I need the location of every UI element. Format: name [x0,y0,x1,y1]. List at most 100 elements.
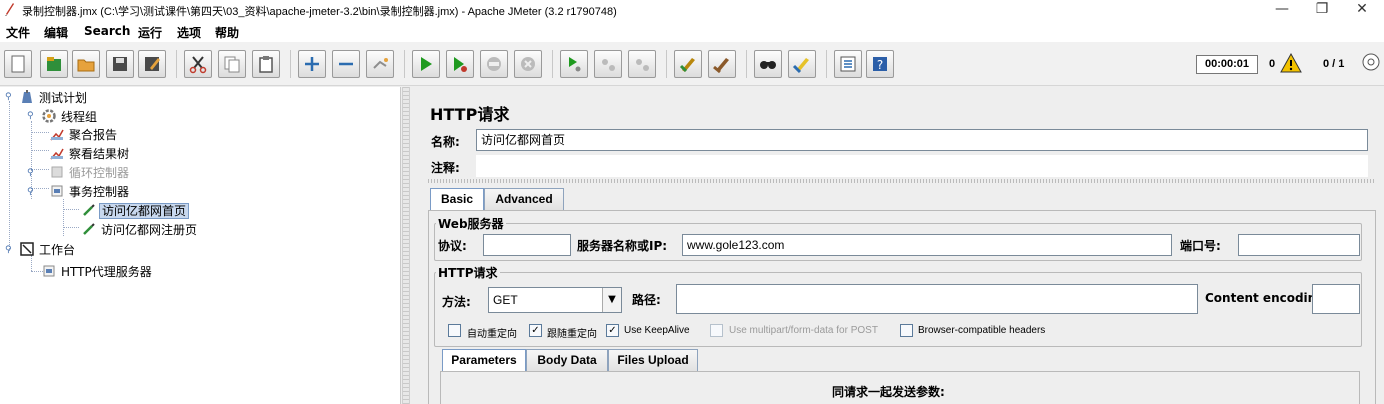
toolbar-separator [826,50,827,78]
browser-headers-checkbox[interactable] [900,324,913,337]
expand-toggle[interactable]: ⚲ [27,169,35,178]
help-button[interactable]: ? [866,50,894,78]
copy-button[interactable] [218,50,246,78]
reset-search-button[interactable] [788,50,816,78]
tree-node-transaction-controller[interactable]: 事务控制器 [50,182,131,200]
tab-parameters[interactable]: Parameters [442,349,526,371]
follow-redirect-checkbox[interactable]: ✓ [529,324,542,337]
reset-search-icon [792,58,809,74]
remote-stop-icon [602,59,615,71]
shutdown-icon [521,57,535,71]
close-button[interactable]: ✕ [1342,0,1382,20]
menu-help[interactable]: 帮助 [215,24,239,41]
stop-button[interactable] [480,50,508,78]
chart-icon [50,129,64,140]
tab-body-data[interactable]: Body Data [526,349,608,371]
clear-button[interactable] [674,50,702,78]
comment-label: 注释: [431,161,460,175]
clear-all-button[interactable] [708,50,736,78]
save-icon [113,57,127,71]
tree-node-view-results-tree[interactable]: 察看结果树 [50,144,131,162]
paste-icon [259,56,273,73]
function-helper-button[interactable] [834,50,862,78]
workbench-icon [20,241,34,256]
path-field[interactable] [676,284,1198,314]
search-button[interactable] [754,50,782,78]
http-request-panel: HTTP请求 名称: 访问亿都网首页 注释: Basic Advanced We… [420,87,1384,404]
auto-redirect-checkbox[interactable] [448,324,461,337]
tree-connector [31,132,49,133]
keepalive-checkbox[interactable]: ✓ [606,324,619,337]
window-title: 录制控制器.jmx (C:\学习\测试课件\第四天\03_资料\apache-j… [22,6,617,18]
save-button[interactable] [106,50,134,78]
menu-options[interactable]: 选项 [177,24,201,41]
remote-start-button[interactable] [560,50,588,78]
protocol-field[interactable] [483,234,571,256]
remote-shutdown-icon [636,59,649,71]
menu-bar: 文件 编辑 Search 运行 选项 帮助 [0,20,1384,42]
remote-shutdown-button[interactable] [628,50,656,78]
tree-node-aggregate-report[interactable]: 聚合报告 [50,125,119,143]
browser-headers-label: Browser-compatible headers [918,325,1046,336]
menu-run[interactable]: 运行 [138,24,162,41]
jmeter-feather-icon [5,3,14,16]
tab-basic[interactable]: Basic [430,188,484,210]
paste-button[interactable] [252,50,280,78]
expand-all-button[interactable] [298,50,326,78]
menu-file[interactable]: 文件 [6,24,30,41]
menu-search[interactable]: Search [84,24,130,38]
warning-icon[interactable] [1280,53,1302,73]
collapse-toggle[interactable]: ⚲ [5,93,13,102]
http-request-group-title: HTTP请求 [436,264,500,281]
save-as-button[interactable] [138,50,166,78]
panel-splitter[interactable] [402,87,410,404]
templates-button[interactable] [40,50,68,78]
chart-icon [50,148,64,159]
remote-stop-button[interactable] [594,50,622,78]
proxy-icon [43,265,55,276]
collapse-toggle[interactable]: ⚲ [5,246,13,255]
params-title: 同请求一起发送参数: [832,385,945,399]
tab-advanced[interactable]: Advanced [484,188,564,210]
name-field[interactable]: 访问亿都网首页 [476,129,1368,151]
tree-node-http-proxy-server[interactable]: HTTP代理服务器 [42,262,154,280]
controller-icon [51,185,63,196]
controller-icon [51,166,63,177]
start-button[interactable] [412,50,440,78]
tree-node-visit-register-page[interactable]: 访问亿都网注册页 [82,220,199,238]
tab-files-upload[interactable]: Files Upload [608,349,698,371]
web-server-group-title: Web服务器 [436,215,506,232]
tree-node-thread-group[interactable]: 线程组 [42,107,99,125]
new-icon [11,55,25,73]
thread-count: 0 / 1 [1323,58,1345,70]
shutdown-button[interactable] [514,50,542,78]
toggle-button[interactable] [366,50,394,78]
toolbar-separator [552,50,553,78]
collapse-toggle[interactable]: ⚲ [27,188,35,197]
panel-divider[interactable] [428,179,1376,183]
cut-icon [189,56,207,74]
tree-node-test-plan[interactable]: 测试计划 [20,88,89,106]
collapse-all-button[interactable] [332,50,360,78]
port-field[interactable] [1238,234,1360,256]
cut-button[interactable] [184,50,212,78]
chevron-down-icon[interactable]: ▼ [602,288,621,312]
tree-node-workbench[interactable]: 工作台 [20,240,77,258]
server-field[interactable]: www.gole123.com [682,234,1172,256]
stop-icon [487,57,501,71]
threads-icon[interactable] [1362,53,1380,71]
minimize-button[interactable]: — [1262,0,1302,20]
maximize-button[interactable]: ❐ [1302,0,1342,20]
tree-connector [31,150,49,151]
encoding-field[interactable] [1312,284,1360,314]
comment-field[interactable] [476,155,1368,177]
collapse-toggle[interactable]: ⚲ [27,112,35,121]
tree-node-loop-controller[interactable]: 循环控制器 [50,163,131,181]
open-button[interactable] [72,50,100,78]
new-button[interactable] [4,50,32,78]
menu-edit[interactable]: 编辑 [44,24,68,41]
svg-text:?: ? [877,58,883,72]
title-bar: 录制控制器.jmx (C:\学习\测试课件\第四天\03_资料\apache-j… [0,0,1384,20]
tree-node-visit-homepage[interactable]: 访问亿都网首页 [82,201,190,219]
start-no-pause-button[interactable] [446,50,474,78]
